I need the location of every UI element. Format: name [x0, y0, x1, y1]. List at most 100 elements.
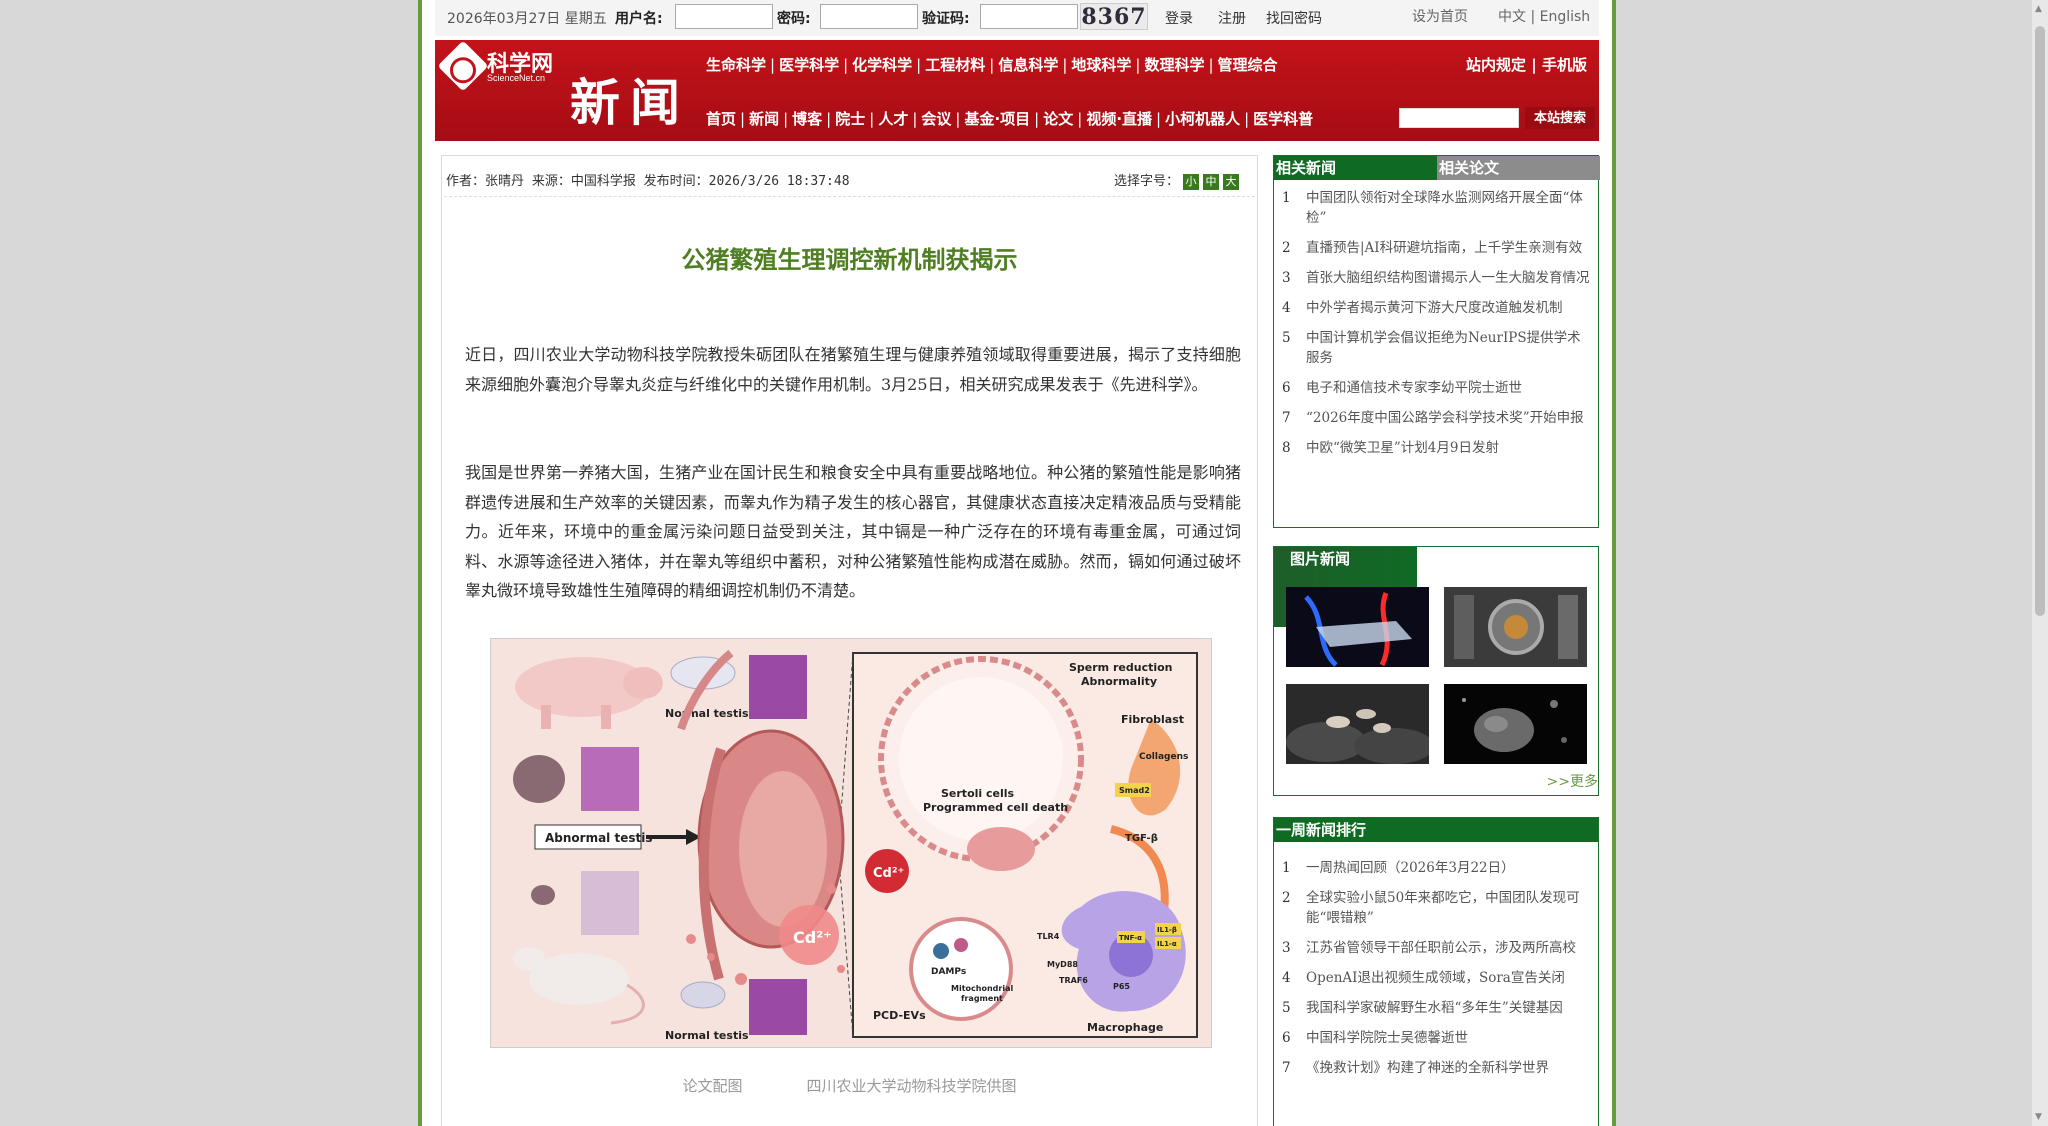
nav-management[interactable]: 管理综合	[1218, 56, 1278, 74]
login-link[interactable]: 登录	[1165, 8, 1193, 28]
tab-related-papers[interactable]: 相关论文	[1437, 156, 1600, 180]
scroll-up-icon[interactable]: ▲	[2035, 4, 2045, 14]
lang-cn-link[interactable]: 中文	[1498, 9, 1526, 25]
fig-label-fibroblast: Fibroblast	[1121, 713, 1184, 726]
thumb-illustration-2	[1444, 587, 1587, 667]
nav-math-physics[interactable]: 数理科学	[1144, 56, 1204, 74]
sciencenet-logo-icon[interactable]	[437, 40, 489, 92]
current-date: 2026年03月27日 星期五	[447, 11, 607, 27]
picture-news-thumb-2[interactable]	[1444, 587, 1587, 667]
meta-divider	[444, 196, 1255, 197]
nav-xiaoke-robot[interactable]: 小柯机器人	[1165, 110, 1240, 128]
nav-right: 站内规定 | 手机版	[1466, 56, 1587, 74]
nav-blog[interactable]: 博客	[792, 110, 822, 128]
fig-label-macrophage: Macrophage	[1087, 1021, 1163, 1034]
list-item[interactable]: 2 直播预告|AI科研避坑指南，上千学生亲测有效	[1282, 238, 1590, 258]
tab-related-news[interactable]: 相关新闻	[1274, 156, 1437, 180]
list-item[interactable]: 5 中国计算机学会倡议拒绝为NeurIPS提供学术服务	[1282, 328, 1590, 368]
fig-label-smad2: Smad2	[1119, 786, 1150, 795]
site-search-button[interactable]: 本站搜索	[1525, 107, 1595, 129]
password-input[interactable]	[820, 4, 918, 29]
fig-label-il1a: IL1-α	[1157, 940, 1177, 948]
find-password-link[interactable]: 找回密码	[1266, 8, 1322, 28]
thumb-illustration-4	[1444, 684, 1587, 764]
nav-academician[interactable]: 院士	[835, 110, 865, 128]
list-item[interactable]: 3 江苏省管领导干部任职前公示，涉及两所高校	[1282, 938, 1590, 958]
list-item[interactable]: 7 《挽救计划》构建了神迷的全新科学世界	[1282, 1058, 1590, 1078]
fig-label-collagens: Collagens	[1139, 752, 1188, 762]
nav-medical-science[interactable]: 医学科学	[779, 56, 839, 74]
article-panel: 作者：张晴丹 来源：中国科学报 发布时间：2026/3/26 18:37:48 …	[441, 155, 1258, 1126]
figure-illustration: Normal testis Abnormal testis Cd²⁺ Norma…	[491, 639, 1211, 1047]
fig-label-traf6: TRAF6	[1059, 976, 1088, 985]
set-homepage-link[interactable]: 设为首页	[1412, 6, 1468, 26]
list-item[interactable]: 8 中欧“微笑卫星”计划4月9日发射	[1282, 438, 1590, 458]
picture-news-thumb-3[interactable]	[1286, 684, 1429, 764]
fig-label-cd-right: Cd²⁺	[873, 866, 904, 881]
lang-separator: |	[1530, 9, 1536, 25]
fig-label-il1b: IL1-β	[1157, 926, 1177, 934]
list-item[interactable]: 4 OpenAI退出视频生成领域，Sora宣告关闭	[1282, 968, 1590, 988]
captcha-input[interactable]	[980, 4, 1078, 29]
nav-information-science[interactable]: 信息科学	[998, 56, 1058, 74]
fig-label-pcd: Programmed cell death	[923, 801, 1068, 814]
picture-news-box: 图片新闻 >>更多	[1273, 546, 1599, 796]
picture-news-thumb-4[interactable]	[1444, 684, 1587, 764]
nav-papers[interactable]: 论文	[1043, 110, 1073, 128]
nav-site-rules[interactable]: 站内规定	[1466, 56, 1526, 74]
list-item[interactable]: 1 中国团队领衔对全球降水监测网络开展全面“体检”	[1282, 188, 1590, 228]
list-item[interactable]: 1 一周热闻回顾（2026年3月22日）	[1282, 858, 1590, 878]
lang-en-link[interactable]: English	[1540, 9, 1591, 25]
article-figure[interactable]: Normal testis Abnormal testis Cd²⁺ Norma…	[490, 638, 1212, 1048]
list-item[interactable]: 7 “2026年度中国公路学会科学技术奖”开始申报	[1282, 408, 1590, 428]
nav-earth-science[interactable]: 地球科学	[1071, 56, 1131, 74]
nav-medical-popsci[interactable]: 医学科普	[1253, 110, 1313, 128]
list-item[interactable]: 6 中国科学院院士吴德馨逝世	[1282, 1028, 1590, 1048]
page-scrollbar[interactable]: ▲ ▼	[2032, 0, 2048, 1126]
captcha-image[interactable]: 8367	[1080, 3, 1148, 30]
list-item[interactable]: 4 中外学者揭示黄河下游大尺度改道触发机制	[1282, 298, 1590, 318]
list-item[interactable]: 5 我国科学家破解野生水稻“多年生”关键基因	[1282, 998, 1590, 1018]
font-size-selector: 选择字号： 小中大	[1114, 170, 1239, 190]
picture-news-more-link[interactable]: >>更多	[1547, 771, 1598, 791]
nav-home[interactable]: 首页	[706, 110, 736, 128]
site-search-input[interactable]	[1399, 108, 1519, 128]
nav-fund-project[interactable]: 基金·项目	[964, 110, 1030, 128]
fig-label-mito: Mitochondrial	[951, 984, 1013, 993]
figure-caption-right: 四川农业大学动物科技学院供图	[806, 1077, 1017, 1095]
page-content: 2026年03月27日 星期五 用户名: 密码: 验证码: 8367 登录 注册…	[435, 0, 1600, 1126]
list-item[interactable]: 2 全球实验小鼠50年来都吃它，中国团队发现可能“喂错粮”	[1282, 888, 1590, 928]
nav-life-science[interactable]: 生命科学	[706, 56, 766, 74]
font-size-medium-button[interactable]: 中	[1203, 174, 1219, 190]
register-link[interactable]: 注册	[1218, 8, 1246, 28]
fig-label-sertoli: Sertoli cells	[941, 787, 1015, 800]
header-banner: 科学网 ScienceNet.cn 新闻 生命科学 | 医学科学 | 化学科学 | 工程材料…	[435, 40, 1599, 141]
fig-label-pcd-evs: PCD-EVs	[873, 1009, 926, 1022]
nav-chemical-science[interactable]: 化学科学	[852, 56, 912, 74]
fig-label-cd-left: Cd²⁺	[793, 928, 832, 947]
nav-engineering-materials[interactable]: 工程材料	[925, 56, 985, 74]
nav-talent[interactable]: 人才	[878, 110, 908, 128]
username-input[interactable]	[675, 4, 773, 29]
scroll-down-icon[interactable]: ▼	[2035, 1112, 2045, 1122]
section-title: 新闻	[570, 74, 690, 132]
nav-video-live[interactable]: 视频·直播	[1086, 110, 1152, 128]
username-label: 用户名:	[615, 11, 663, 27]
list-item[interactable]: 3 首张大脑组织结构图谱揭示人一生大脑发育情况	[1282, 268, 1590, 288]
logo-subtext: ScienceNet.cn	[487, 73, 546, 83]
article-meta: 作者：张晴丹 来源：中国科学报 发布时间：2026/3/26 18:37:48	[446, 174, 850, 189]
list-item[interactable]: 6 电子和通信技术专家李幼平院士逝世	[1282, 378, 1590, 398]
nav-main-row: 首页 | 新闻 | 博客 | 院士 | 人才 | 会议 | 基金·项目 | 论文 | 视频·直播 | 小柯机器人 | 医…	[706, 110, 1314, 128]
picture-news-thumb-1[interactable]	[1286, 587, 1429, 667]
nav-conference[interactable]: 会议	[921, 110, 951, 128]
font-size-large-button[interactable]: 大	[1223, 174, 1239, 190]
font-size-small-button[interactable]: 小	[1183, 174, 1199, 190]
scrollbar-thumb[interactable]	[2035, 26, 2045, 616]
fig-label-normal-testis-top: Normal testis	[665, 707, 749, 720]
nav-subject-row: 生命科学 | 医学科学 | 化学科学 | 工程材料 | 信息科学 | 地球科学 | 数理科学 | 管理综合	[706, 56, 1278, 74]
fig-label-tnf: TNF-α	[1119, 934, 1142, 942]
nav-news[interactable]: 新闻	[749, 110, 779, 128]
nav-mobile[interactable]: 手机版	[1542, 56, 1587, 74]
thumb-illustration-3	[1286, 684, 1429, 764]
captcha-label: 验证码:	[922, 11, 970, 27]
